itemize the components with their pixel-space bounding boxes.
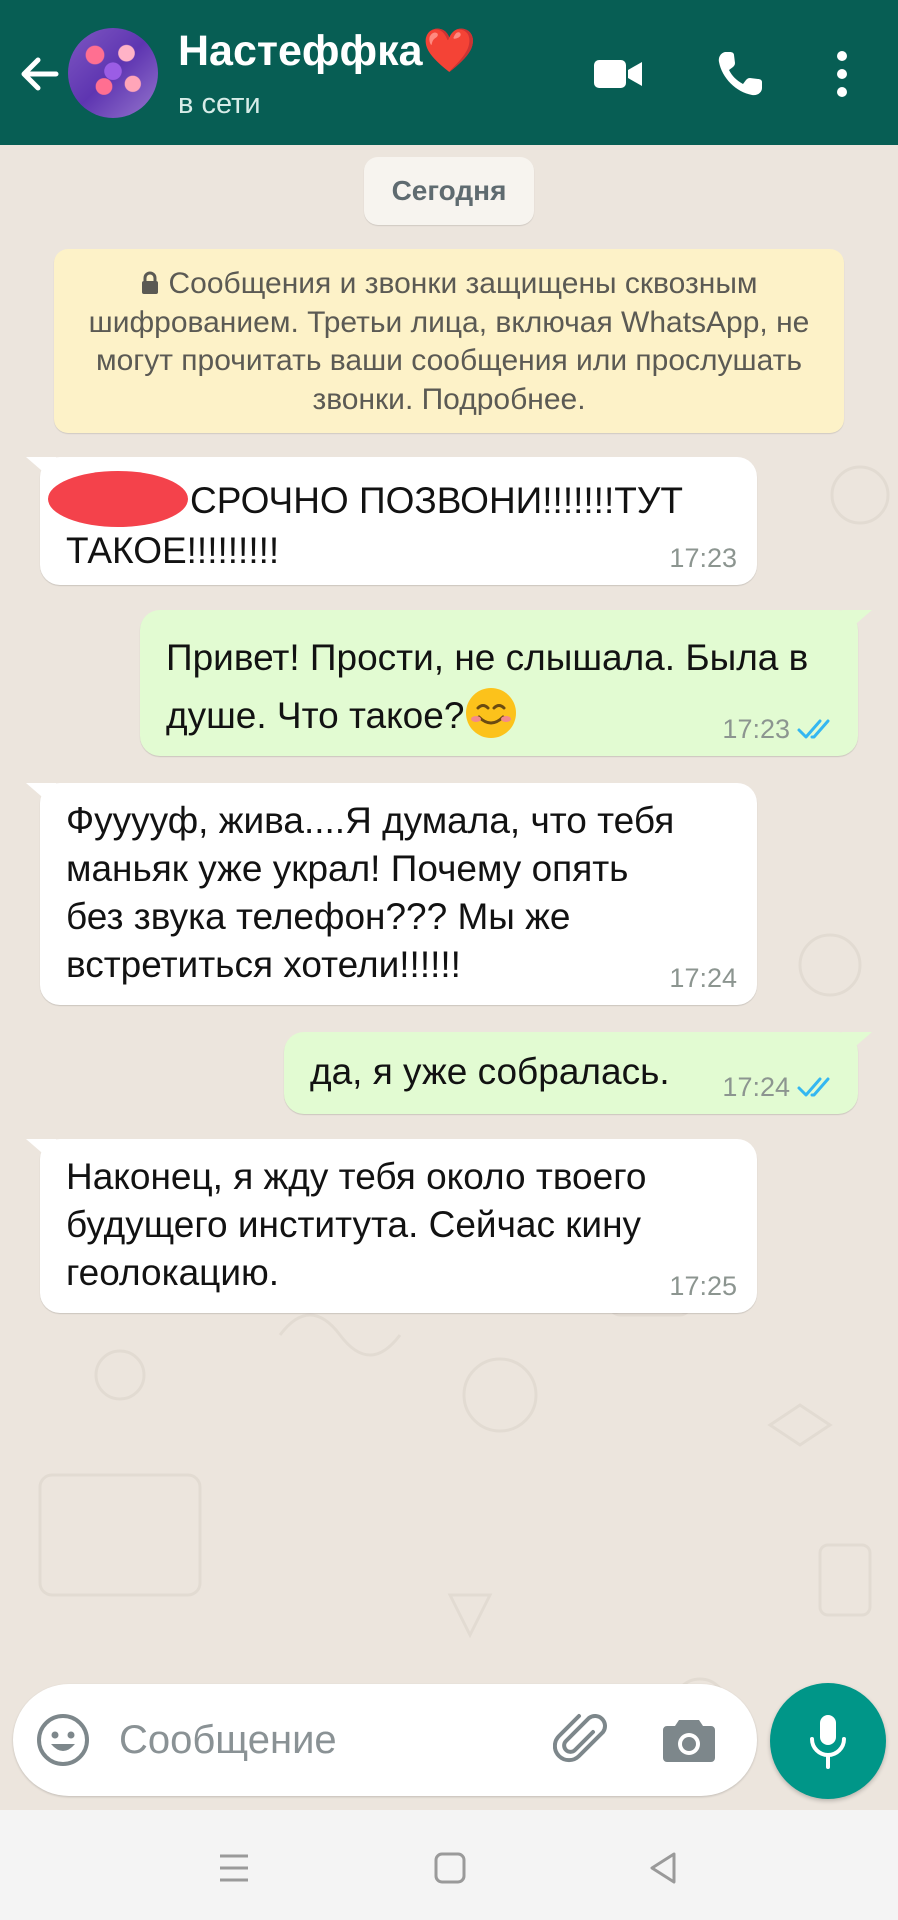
message-text: Фууууф, жива....Я думала, что тебя манья… bbox=[66, 800, 675, 985]
double-check-read-icon bbox=[797, 1077, 830, 1097]
encryption-notice-text: Сообщения и звонки защищены сквозным шиф… bbox=[88, 267, 810, 416]
message-text: Наконец, я жду тебя около твоего будущег… bbox=[66, 1156, 647, 1293]
bubble-tail bbox=[26, 457, 56, 483]
message-bubble-incoming[interactable]: СРОЧНО ПОЗВОНИ!!!!!!!ТУТ ТАКОЕ!!!!!!!!! … bbox=[26, 457, 757, 585]
contact-status: в сети bbox=[178, 88, 261, 120]
message-text: да, я уже собралась. bbox=[310, 1051, 670, 1092]
bubble-tail bbox=[842, 1032, 872, 1058]
message-time: 17:24 bbox=[669, 963, 737, 993]
lock-icon bbox=[142, 271, 159, 294]
message-time: 17:24 bbox=[722, 1072, 790, 1102]
chat-header: Настеффка❤️ в сети bbox=[0, 0, 898, 145]
whatsapp-chat-screen: Настеффка❤️ в сети Сегодня Сообщения и з… bbox=[0, 0, 898, 1920]
message-composer bbox=[13, 1684, 757, 1796]
message-input[interactable] bbox=[119, 1706, 539, 1774]
message-time: 17:25 bbox=[669, 1271, 737, 1301]
redacted-name bbox=[48, 471, 188, 527]
phone-icon[interactable] bbox=[712, 46, 768, 102]
contact-name[interactable]: Настеффка❤️ bbox=[178, 26, 476, 76]
message-bubble-incoming[interactable]: Фууууф, жива....Я думала, что тебя манья… bbox=[26, 783, 757, 1005]
heart-emoji: ❤️ bbox=[422, 27, 477, 75]
menu-icon[interactable] bbox=[212, 1848, 256, 1888]
video-call-icon[interactable] bbox=[590, 46, 646, 102]
system-nav-bar bbox=[0, 1810, 898, 1920]
contact-name-text: Настеффка bbox=[178, 27, 423, 75]
date-separator: Сегодня bbox=[364, 157, 534, 225]
chat-area[interactable]: Сегодня Сообщения и звонки защищены скво… bbox=[0, 145, 898, 1805]
mic-button[interactable] bbox=[770, 1683, 886, 1799]
message-bubble-outgoing[interactable]: да, я уже собралась. 17:24 bbox=[284, 1032, 872, 1114]
bubble-tail bbox=[26, 1139, 56, 1165]
smiling-face-emoji bbox=[466, 688, 517, 738]
emoji-icon[interactable] bbox=[35, 1712, 91, 1768]
home-icon[interactable] bbox=[428, 1848, 472, 1888]
camera-icon[interactable] bbox=[659, 1712, 719, 1768]
back-arrow-icon[interactable] bbox=[14, 48, 66, 100]
mic-icon bbox=[810, 1715, 846, 1769]
bubble-tail bbox=[842, 610, 872, 636]
double-check-read-icon bbox=[797, 719, 830, 739]
message-time: 17:23 bbox=[669, 543, 737, 573]
paperclip-icon[interactable] bbox=[552, 1710, 613, 1770]
more-vert-icon[interactable] bbox=[820, 46, 864, 102]
message-time: 17:23 bbox=[722, 714, 790, 744]
message-bubble-outgoing[interactable]: Привет! Прости, не слышала. Была в душе.… bbox=[140, 610, 872, 756]
encryption-notice[interactable]: Сообщения и звонки защищены сквозным шиф… bbox=[54, 249, 844, 433]
back-triangle-icon[interactable] bbox=[642, 1848, 686, 1888]
contact-avatar[interactable] bbox=[68, 28, 158, 118]
message-bubble-incoming[interactable]: Наконец, я жду тебя около твоего будущег… bbox=[26, 1139, 757, 1313]
bubble-tail bbox=[26, 783, 56, 809]
